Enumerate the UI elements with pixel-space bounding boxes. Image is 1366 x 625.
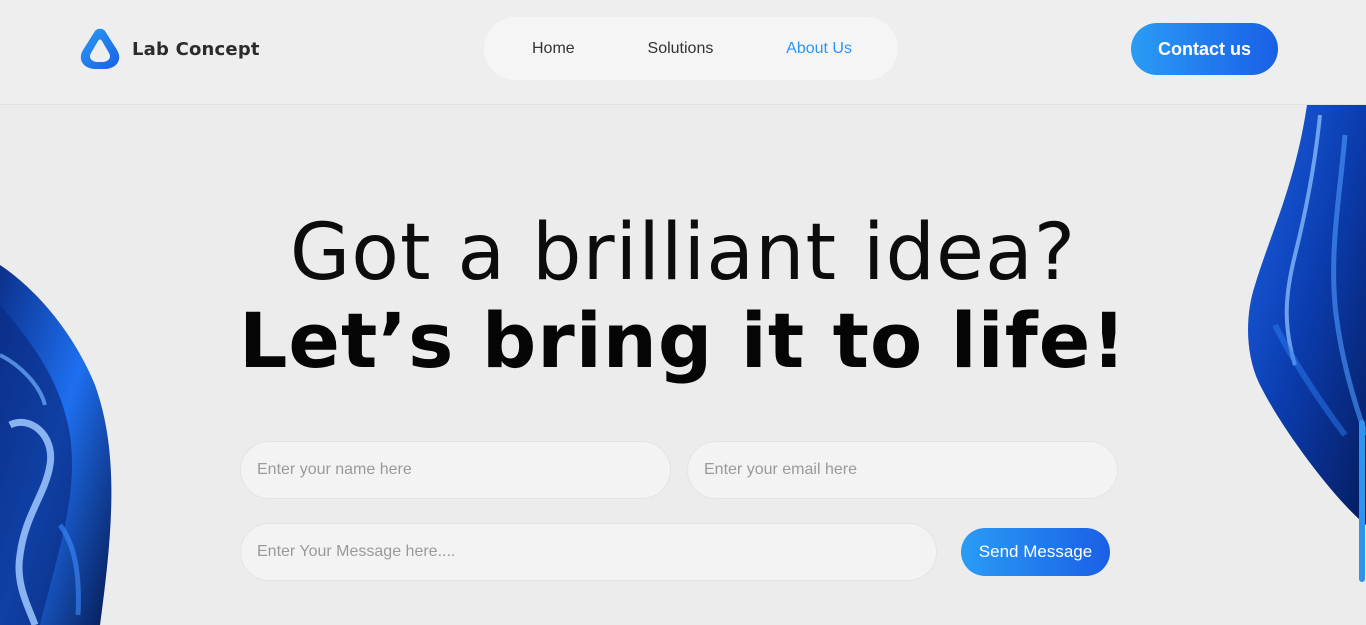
contact-us-button[interactable]: Contact us <box>1131 23 1278 75</box>
nav-item-solutions[interactable]: Solutions <box>648 40 714 58</box>
email-input[interactable] <box>687 441 1118 499</box>
nav-item-about-us[interactable]: About Us <box>786 40 852 58</box>
message-input[interactable] <box>240 523 937 581</box>
hero-subheadline: Let’s bring it to life! <box>239 296 1127 385</box>
site-header: Lab Concept Home Solutions About Us Cont… <box>0 0 1366 105</box>
main-nav: Home Solutions About Us <box>484 17 898 80</box>
hero-headline: Got a brilliant idea? <box>289 208 1077 298</box>
brand-logo[interactable]: Lab Concept <box>80 28 260 70</box>
nav-item-home[interactable]: Home <box>532 40 575 58</box>
landing-page: Lab Concept Home Solutions About Us Cont… <box>0 0 1366 625</box>
brand-name: Lab Concept <box>132 38 260 60</box>
lab-concept-logo-icon <box>80 28 120 69</box>
page-scrollbar[interactable] <box>1359 420 1365 582</box>
name-input[interactable] <box>240 441 671 499</box>
send-message-button[interactable]: Send Message <box>961 528 1110 576</box>
